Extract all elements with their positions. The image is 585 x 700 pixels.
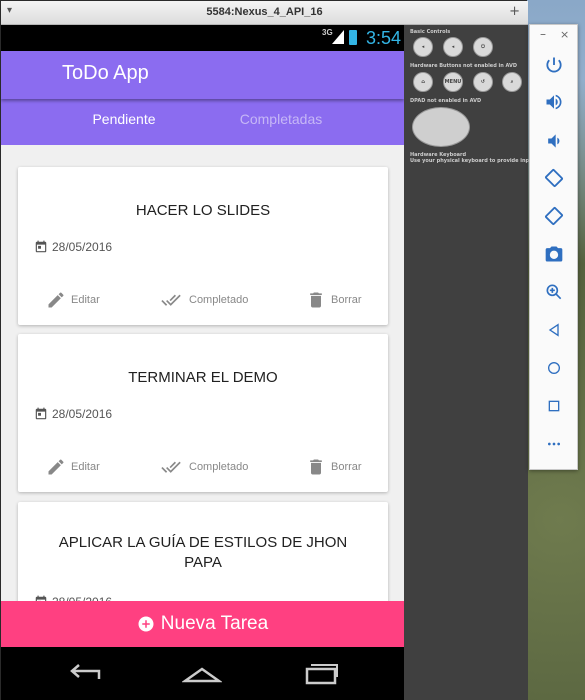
phone-screen: 3G 3:54 ToDo App Pendiente Completadas H… [1, 25, 404, 700]
volume-up-button[interactable]: ◂ [443, 37, 463, 57]
window-maximize-button[interactable]: + [509, 4, 520, 19]
delete-label: Borrar [331, 294, 362, 306]
toolbar-close-button[interactable]: × [560, 28, 569, 41]
task-actions: Editar Completado Borrar [18, 457, 388, 479]
trash-icon [310, 292, 322, 308]
status-time: 3:54 [366, 28, 402, 48]
back-icon[interactable] [542, 318, 566, 342]
pencil-icon [48, 292, 64, 308]
trash-icon [310, 459, 322, 475]
delete-button[interactable]: Borrar [306, 457, 362, 477]
navigation-bar [1, 647, 404, 700]
rotate-left-icon[interactable] [542, 166, 566, 190]
overview-icon[interactable] [542, 394, 566, 418]
window-titlebar[interactable]: ▾ 5584:Nexus_4_API_16 + [1, 1, 528, 25]
volume-down-icon[interactable] [542, 129, 566, 153]
camera-icon[interactable] [542, 242, 566, 266]
dpad-label: DPAD not enabled in AVD [410, 98, 482, 104]
recent-apps-icon[interactable] [301, 659, 341, 687]
power-button[interactable]: ⏻ [473, 37, 493, 57]
edit-label: Editar [71, 461, 100, 473]
complete-button[interactable]: Completado [158, 457, 248, 477]
complete-label: Completado [189, 294, 249, 306]
tab-bar: Pendiente Completadas [1, 99, 404, 145]
app-bar: ToDo App [1, 51, 404, 99]
home-icon[interactable] [182, 659, 222, 687]
volume-up-icon[interactable] [542, 90, 566, 114]
hw-menu-button[interactable]: MENU [443, 72, 463, 92]
back-icon[interactable] [65, 659, 105, 687]
double-check-icon [161, 461, 181, 473]
power-icon[interactable] [542, 53, 566, 77]
task-card: HACER LO SLIDES 28/05/2016 Editar Comple… [18, 167, 388, 325]
keyboard-hint-label: Use your physical keyboard to provide in… [410, 158, 536, 164]
edit-button[interactable]: Editar [46, 290, 100, 310]
zoom-icon[interactable] [542, 280, 566, 304]
delete-label: Borrar [331, 461, 362, 473]
calendar-icon [35, 407, 47, 420]
basic-controls-label: Basic Controls [410, 29, 451, 35]
task-title: APLICAR LA GUÍA DE ESTILOS DE JHON PAPA [58, 534, 348, 571]
add-circle-icon [138, 616, 154, 632]
volume-down-button[interactable]: ◂ [413, 37, 433, 57]
pencil-icon [48, 459, 64, 475]
task-title: TERMINAR EL DEMO [128, 369, 278, 386]
emulator-window: ▾ 5584:Nexus_4_API_16 + 3G 3:54 ToDo App… [0, 0, 535, 700]
task-card: TERMINAR EL DEMO 28/05/2016 Editar Compl… [18, 334, 388, 492]
dpad-control[interactable] [412, 107, 470, 147]
new-task-button[interactable]: Nueva Tarea [1, 601, 404, 647]
task-date: 28/05/2016 [34, 240, 112, 254]
task-actions: Editar Completado Borrar [18, 290, 388, 312]
tab-completadas[interactable]: Completadas [211, 111, 351, 127]
task-title: HACER LO SLIDES [135, 202, 271, 219]
delete-button[interactable]: Borrar [306, 290, 362, 310]
home-icon[interactable] [542, 356, 566, 380]
toolbar-minimize-button[interactable]: – [540, 27, 546, 41]
battery-icon [349, 30, 357, 45]
status-bar: 3G 3:54 [1, 25, 404, 51]
task-date-text: 28/05/2016 [52, 240, 113, 254]
window-title: 5584:Nexus_4_API_16 [206, 6, 323, 18]
edit-label: Editar [71, 294, 100, 306]
rotate-right-icon[interactable] [542, 204, 566, 228]
complete-button[interactable]: Completado [158, 290, 248, 310]
tab-pendiente[interactable]: Pendiente [54, 111, 194, 127]
task-date: 28/05/2016 [34, 407, 112, 421]
edit-button[interactable]: Editar [46, 457, 100, 477]
double-check-icon [161, 294, 181, 306]
hw-back-button[interactable]: ↺ [473, 72, 493, 92]
hw-home-button[interactable]: ⌂ [413, 72, 433, 92]
hw-search-button[interactable]: ⌕ [502, 72, 522, 92]
task-list: HACER LO SLIDES 28/05/2016 Editar Comple… [1, 145, 404, 622]
more-icon[interactable] [542, 432, 566, 456]
new-task-label: Nueva Tarea [160, 613, 269, 634]
calendar-icon [35, 240, 47, 253]
complete-label: Completado [189, 461, 249, 473]
task-date-text: 28/05/2016 [52, 407, 113, 421]
hardware-buttons-label: Hardware Buttons not enabled in AVD [410, 63, 518, 69]
emulator-toolbar: – × [529, 24, 578, 470]
app-title: ToDo App [62, 62, 149, 84]
emulator-side-panel: Basic Controls ◂ ◂ ⏻ Hardware Buttons no… [404, 25, 535, 700]
signal-icon [332, 30, 344, 44]
